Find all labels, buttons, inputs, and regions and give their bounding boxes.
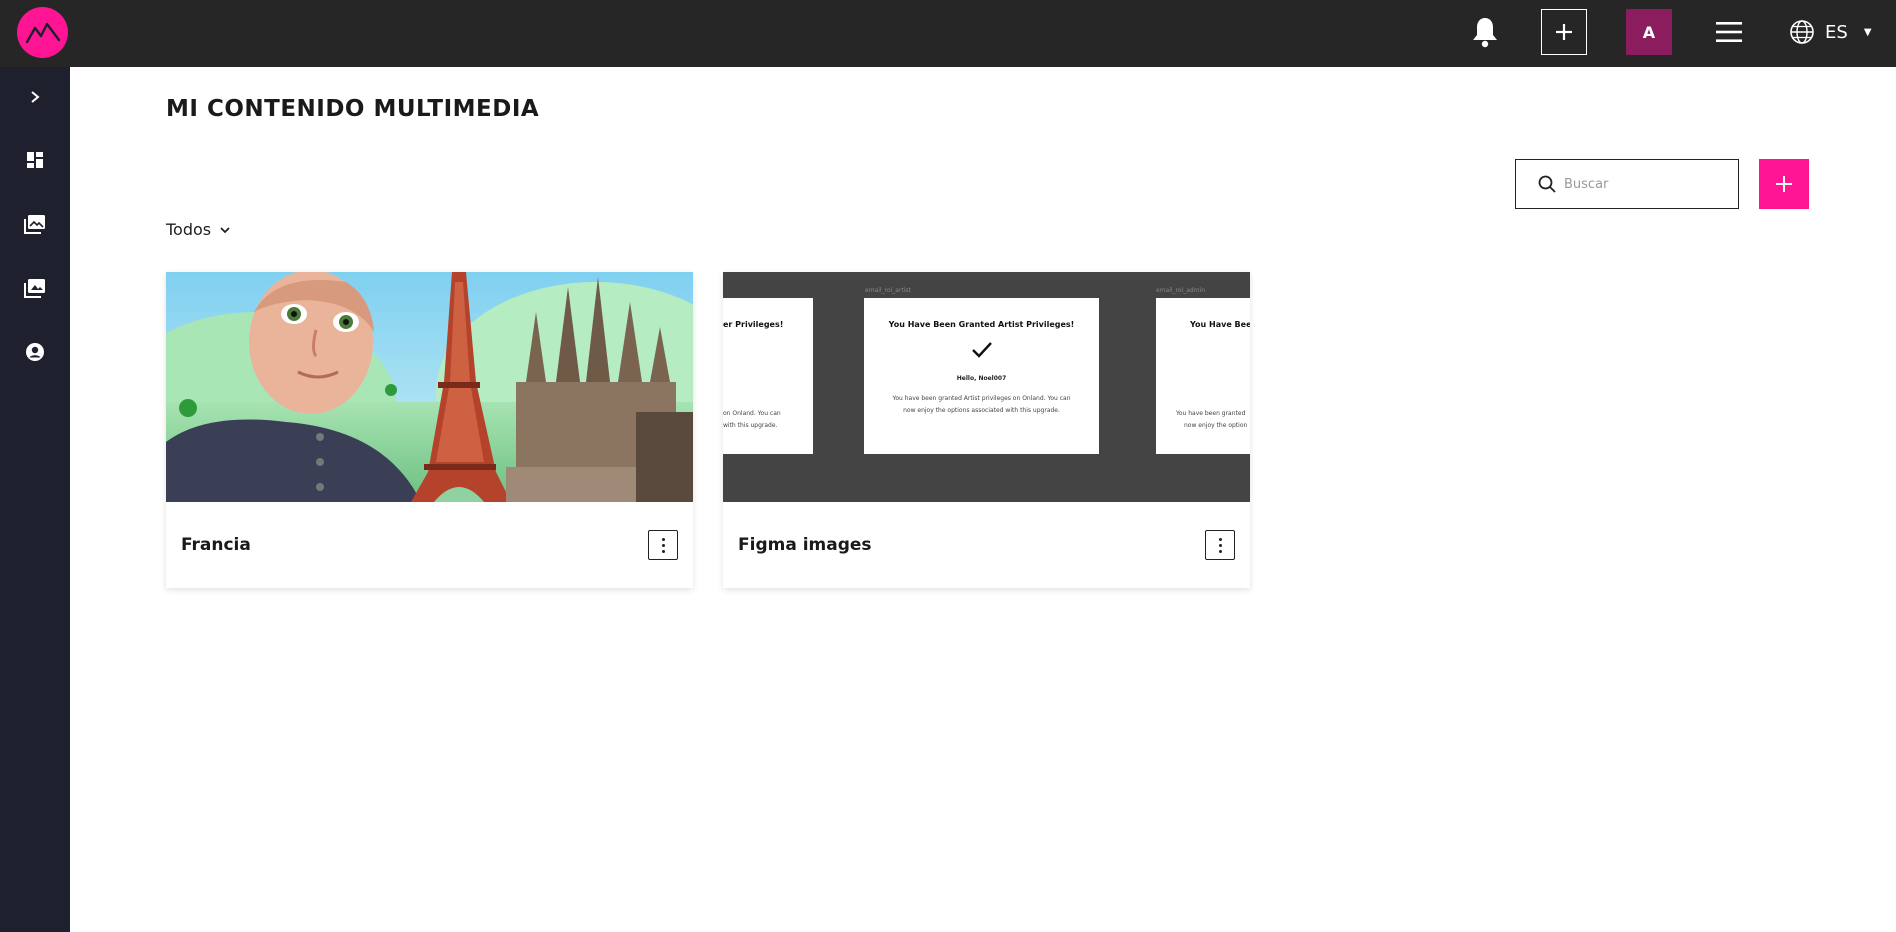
chevron-down-icon [220,226,230,233]
logo-mountain-icon [25,22,60,43]
card-thumbnail[interactable]: email_rol_artist email_rol_admin er Priv… [723,272,1250,502]
language-code: ES [1825,21,1848,43]
kebab-dot [661,549,665,553]
hamburger-menu-icon[interactable] [1714,18,1744,46]
frame-caption: email_rol_admin [1156,287,1206,294]
kebab-dot [661,543,665,547]
create-new-button[interactable] [1541,9,1587,55]
dashboard-icon [27,152,43,168]
collections-icon [24,279,45,298]
sidebar-expand-button[interactable] [0,77,70,117]
card-title: Figma images [738,535,872,555]
kebab-dot [661,537,665,541]
kebab-dot [1218,543,1222,547]
sidebar-item-collections[interactable] [0,268,70,308]
filter-label: Todos [166,220,212,239]
frame-caption: email_rol_artist [865,287,911,294]
email-preview-frame: er Privileges! on Onland. You can with t… [723,298,813,454]
search-input[interactable] [1564,176,1724,192]
card-title: Francia [181,535,251,555]
card-thumbnail[interactable] [166,272,693,502]
account-circle-icon [26,343,44,361]
top-navigation-bar: A ES ▼ [0,0,1896,67]
email-preview-frame: You Have Been You have been granted now … [1156,298,1250,454]
search-icon [1538,175,1556,193]
sidebar [0,67,70,932]
card-options-button[interactable] [648,530,678,560]
caret-down-icon: ▼ [1863,26,1872,38]
filter-dropdown[interactable]: Todos [166,220,231,239]
plus-icon [1776,176,1792,192]
page-title: MI CONTENIDO MULTIMEDIA [166,96,540,122]
plus-icon [1556,24,1572,40]
photo-library-icon [24,215,45,234]
notifications-bell-icon[interactable] [1470,16,1500,48]
globe-icon [1790,20,1814,44]
media-card[interactable]: email_rol_artist email_rol_admin er Priv… [723,272,1250,588]
search-box[interactable] [1515,159,1739,209]
kebab-dot [1218,549,1222,553]
sidebar-item-profile[interactable] [0,332,70,372]
kebab-dot [1218,537,1222,541]
language-selector[interactable]: ES ▼ [1789,18,1872,46]
card-options-button[interactable] [1205,530,1235,560]
checkmark-icon [864,341,1099,363]
sidebar-item-dashboard[interactable] [0,140,70,180]
chevron-right-icon [31,91,40,103]
media-card[interactable]: Francia [166,272,693,588]
add-media-button[interactable] [1759,159,1809,209]
avatar-eiffel-tower-image [166,272,693,502]
email-preview-frame: You Have Been Granted Artist Privileges!… [864,298,1099,454]
user-avatar[interactable]: A [1626,9,1672,55]
app-logo[interactable] [17,7,68,58]
sidebar-item-media[interactable] [0,204,70,244]
